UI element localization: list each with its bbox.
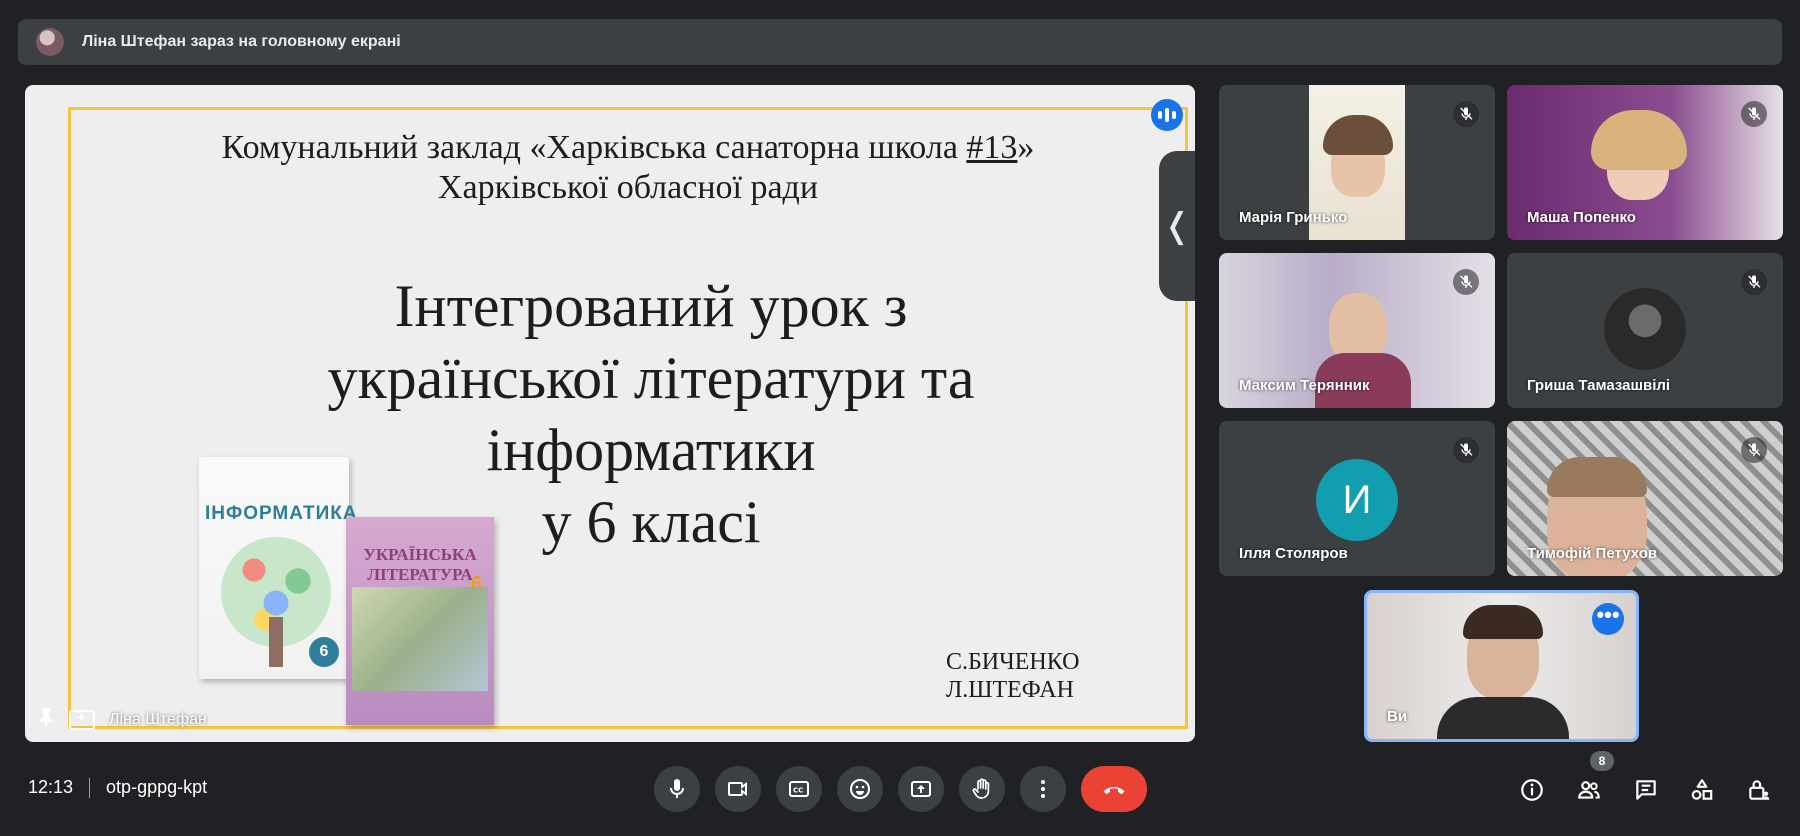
banner-text: Ліна Штефан зараз на головному екрані <box>82 33 401 50</box>
stage-footer: Ліна Штефан <box>37 707 207 732</box>
presenter-name: Ліна Штефан <box>109 710 207 728</box>
hand-icon <box>972 778 990 799</box>
participant-tile[interactable]: Маша Попенко <box>1507 85 1783 240</box>
mic-off-icon <box>1453 101 1479 127</box>
host-controls-button[interactable] <box>1739 770 1779 810</box>
literature-book-image: УКРАЇНСЬКА ЛІТЕРАТУРА 6 <box>346 517 494 725</box>
slide-header-line1: Комунальний заклад «Харківська санаторна… <box>221 129 1035 166</box>
participant-name: Максим Терянник <box>1239 377 1370 394</box>
presenter-avatar <box>36 28 64 56</box>
meeting-code: otp-gppg-kpt <box>106 777 208 797</box>
main-stage[interactable]: Комунальний заклад «Харківська санаторна… <box>25 85 1195 742</box>
presenting-banner: Ліна Штефан зараз на головному екрані <box>18 19 1782 65</box>
hang-up-icon <box>1103 786 1125 795</box>
collapse-panel-button[interactable]: ❬ <box>1159 151 1195 301</box>
participant-name: Тимофій Петухов <box>1527 545 1658 562</box>
mic-off-icon <box>1453 269 1479 295</box>
participant-tile[interactable]: Максим Терянник <box>1219 253 1495 408</box>
lock-person-icon <box>1749 780 1770 800</box>
more-options-button[interactable]: ••• <box>1592 603 1624 635</box>
mic-off-icon <box>1741 269 1767 295</box>
microphone-button[interactable] <box>654 766 700 812</box>
present-screen-icon <box>911 781 931 797</box>
raise-hand-button[interactable] <box>959 766 1005 812</box>
participant-name: Гриша Тамазашвілі <box>1527 377 1671 394</box>
participant-tile[interactable]: Гриша Тамазашвілі <box>1507 253 1783 408</box>
svg-text:CC: CC <box>793 787 803 795</box>
meeting-info: 12:13 otp-gppg-kpt <box>28 777 207 798</box>
activities-button[interactable] <box>1682 770 1722 810</box>
participant-avatar <box>1604 288 1686 370</box>
reactions-button[interactable] <box>837 766 883 812</box>
more-vertical-icon <box>1041 780 1045 798</box>
end-call-button[interactable] <box>1081 766 1147 812</box>
participant-name: Маша Попенко <box>1527 209 1636 226</box>
participant-tile[interactable]: Тимофій Петухов <box>1507 421 1783 576</box>
captions-icon: CC <box>789 781 809 797</box>
mic-off-icon <box>1741 101 1767 127</box>
mic-off-icon <box>1741 437 1767 463</box>
slide-header: Комунальний заклад «Харківська санаторна… <box>71 128 1185 208</box>
present-button[interactable] <box>898 766 944 812</box>
audio-activity-icon <box>1151 99 1183 131</box>
book1-grade: 6 <box>309 637 339 667</box>
camera-button[interactable] <box>715 766 761 812</box>
participant-name: Марія Гринько <box>1239 209 1348 226</box>
slide-authors: С.БИЧЕНКО Л.ШТЕФАН <box>946 649 1080 703</box>
self-view-tile[interactable]: ••• Ви <box>1364 590 1639 742</box>
book2-cover-picture <box>352 587 488 691</box>
participant-tile[interactable]: Марія Гринько <box>1219 85 1495 240</box>
chevron-left-icon: ❬ <box>1162 207 1192 245</box>
presentation-icon <box>69 709 95 730</box>
meeting-details-button[interactable] <box>1512 770 1552 810</box>
participant-name: Ілля Столяров <box>1239 545 1348 562</box>
people-button[interactable] <box>1569 770 1609 810</box>
participant-count-badge: 8 <box>1590 751 1614 771</box>
captions-button[interactable]: CC <box>776 766 822 812</box>
info-icon <box>1521 779 1543 801</box>
slide-header-line2: Харківської обласної ради <box>437 169 819 206</box>
self-name: Ви <box>1387 708 1408 725</box>
meeting-time: 12:13 <box>28 777 74 797</box>
chat-icon <box>1636 780 1656 800</box>
emoji-icon <box>850 779 870 799</box>
pin-icon[interactable] <box>37 707 55 732</box>
participant-tile[interactable]: И Ілля Столяров <box>1219 421 1495 576</box>
mic-off-icon <box>1453 437 1479 463</box>
book1-title: ІНФОРМАТИКА <box>205 503 358 524</box>
participant-avatar: И <box>1316 459 1398 541</box>
informatics-book-image: ІНФОРМАТИКА 6 <box>199 457 358 679</box>
slide: Комунальний заклад «Харківська санаторна… <box>68 107 1188 729</box>
microphone-icon <box>670 779 684 798</box>
chat-button[interactable] <box>1626 770 1666 810</box>
camera-icon <box>728 782 747 796</box>
slide-title: Інтегрований урок з української літерату… <box>327 273 975 555</box>
shapes-icon <box>1691 779 1713 800</box>
people-icon <box>1578 781 1600 799</box>
more-options-menu-button[interactable] <box>1020 766 1066 812</box>
